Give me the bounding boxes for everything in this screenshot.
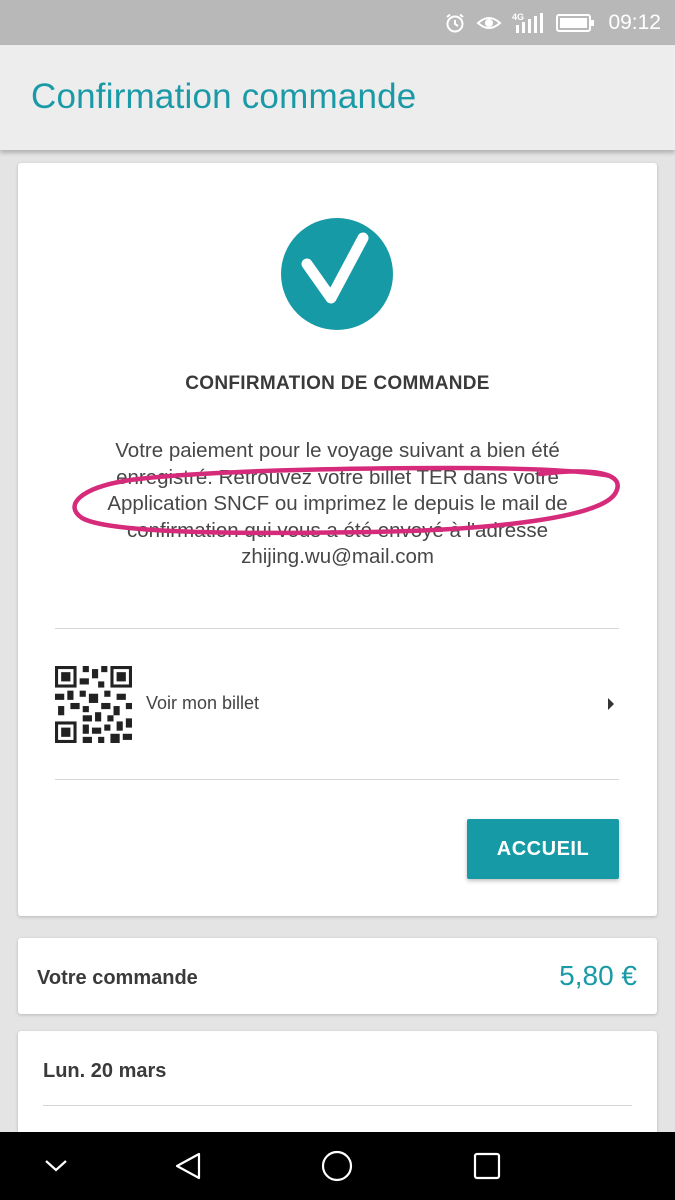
app-bar: Confirmation commande (0, 45, 675, 150)
alarm-icon (446, 13, 465, 32)
divider-bottom (55, 779, 619, 780)
confirmation-message: Votre paiement pour le voyage suivant a … (78, 438, 597, 571)
nav-hide-button[interactable] (30, 1132, 82, 1200)
confirmation-message-text: Votre paiement pour le voyage suivant a … (107, 439, 568, 542)
order-label: Votre commande (37, 967, 198, 989)
status-icons: 4G 09:12 (444, 0, 661, 45)
order-price: 5,80 € (559, 960, 637, 991)
view-ticket-label: Voir mon billet (146, 693, 260, 713)
home-circle-icon (321, 1150, 353, 1182)
network-label: 4G (512, 12, 524, 22)
view-ticket-row[interactable]: Voir mon billet (55, 629, 619, 779)
recents-square-icon (473, 1152, 501, 1180)
navigation-bar (0, 1132, 675, 1200)
qr-code-icon (55, 666, 132, 743)
trip-divider (43, 1105, 632, 1106)
check-circle-icon (281, 218, 393, 330)
status-bar: 4G 09:12 (0, 0, 675, 45)
battery-icon (556, 13, 595, 32)
page-title: Confirmation commande (31, 77, 417, 116)
back-triangle-icon (175, 1152, 201, 1180)
eye-icon (476, 16, 502, 29)
order-card[interactable]: Votre commande 5,80 € (18, 938, 657, 1014)
home-button[interactable]: ACCUEIL (467, 819, 619, 879)
nav-back-button[interactable] (162, 1132, 214, 1200)
trip-date: Lun. 20 mars (43, 1060, 167, 1082)
status-time: 09:12 (608, 10, 661, 34)
nav-home-button[interactable] (311, 1132, 363, 1200)
confirmation-email: zhijing.wu@mail.com (241, 545, 434, 568)
chevron-right-icon (608, 698, 614, 710)
chevron-down-icon (45, 1160, 67, 1172)
confirmation-heading: CONFIRMATION DE COMMANDE (185, 373, 490, 394)
nav-recents-button[interactable] (461, 1132, 513, 1200)
signal-icon: 4G (512, 12, 544, 33)
